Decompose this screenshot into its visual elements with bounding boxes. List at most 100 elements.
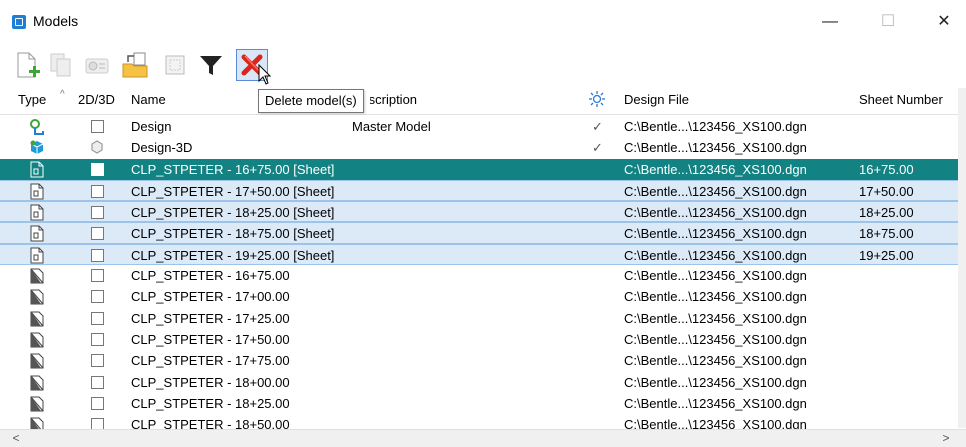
model-row[interactable]: CLP_STPETER - 16+75.00 [Sheet] C:\Bentle.… — [0, 158, 958, 180]
sheet-model-icon — [29, 247, 45, 264]
copy-model-icon[interactable] — [46, 50, 76, 80]
model-description: Master Model — [352, 119, 431, 134]
design-file: C:\Bentle...\123456_XS100.dgn — [624, 226, 807, 242]
column-sheet-number[interactable]: Sheet Number — [859, 92, 943, 107]
2d-model-checkbox — [91, 311, 104, 325]
model-row[interactable]: CLP_STPETER - 18+00.00 C:\Bentle...\12345… — [0, 372, 958, 393]
active-sun-icon[interactable] — [589, 91, 605, 110]
sheet-model-icon — [29, 204, 45, 221]
model-row[interactable]: CLP_STPETER - 16+75.00 C:\Bentle...\12345… — [0, 265, 958, 286]
model-row[interactable]: CLP_STPETER - 17+75.00 C:\Bentle...\12345… — [0, 350, 958, 371]
2d-model-checkbox — [91, 290, 104, 304]
model-name: CLP_STPETER - 18+75.00 [Sheet] — [131, 226, 335, 242]
drawing-model-icon — [29, 331, 45, 348]
horizontal-scrollbar[interactable]: < > — [0, 429, 966, 447]
title-bar: Models — ☐ ✕ — [0, 0, 966, 44]
model-name: CLP_STPETER - 18+25.00 [Sheet] — [131, 205, 335, 221]
active-check: ✓ — [592, 119, 603, 134]
window-title: Models — [33, 13, 79, 29]
model-name: CLP_STPETER - 18+25.00 — [131, 395, 290, 411]
2d-model-checkbox — [91, 332, 104, 346]
2d-model-checkbox — [91, 184, 104, 198]
update-thumbnail-icon[interactable] — [160, 50, 190, 80]
design-file: C:\Bentle...\123456_XS100.dgn — [624, 353, 807, 369]
drawing-model-icon — [29, 395, 45, 412]
sheet-model-icon — [29, 225, 45, 242]
model-name: CLP_STPETER - 17+75.00 — [131, 353, 290, 369]
model-row[interactable]: CLP_STPETER - 17+00.00 C:\Bentle...\12345… — [0, 286, 958, 307]
drawing-model-icon — [29, 288, 45, 305]
model-name: CLP_STPETER - 17+50.00 [Sheet] — [131, 183, 335, 199]
sheet-model-icon — [29, 183, 45, 200]
sort-ascending-icon: ^ — [60, 89, 65, 100]
close-button[interactable]: ✕ — [922, 8, 966, 36]
2d-model-checkbox — [91, 354, 104, 368]
models-app-icon — [12, 15, 26, 29]
design-file: C:\Bentle...\123456_XS100.dgn — [624, 310, 807, 326]
sheet-number: 17+50.00 — [859, 183, 914, 199]
model-name: CLP_STPETER - 18+00.00 — [131, 374, 290, 390]
design-file: C:\Bentle...\123456_XS100.dgn — [624, 289, 807, 305]
model-name: CLP_STPETER - 17+25.00 — [131, 310, 290, 326]
new-model-icon[interactable] — [12, 50, 42, 80]
model-name: Design-3D — [131, 140, 193, 156]
3d-model-indicator-icon — [90, 140, 106, 157]
column-name[interactable]: Name — [131, 92, 166, 107]
model-row[interactable]: Design-3D ✓ C:\Bentle...\123456_XS100.dgn — [0, 137, 958, 158]
design-model-icon — [29, 118, 45, 135]
drawing-model-icon — [29, 374, 45, 391]
2d-model-checkbox — [91, 269, 104, 283]
vertical-scrollbar[interactable] — [958, 88, 966, 428]
mouse-cursor-icon — [258, 64, 272, 85]
model-name: CLP_STPETER - 17+00.00 — [131, 289, 290, 305]
design-file: C:\Bentle...\123456_XS100.dgn — [624, 268, 807, 284]
2d-model-checkbox — [91, 120, 104, 133]
minimize-button[interactable]: — — [808, 8, 852, 36]
2d-model-checkbox — [91, 375, 104, 389]
scroll-right-icon[interactable]: > — [938, 430, 954, 447]
sheet-number: 16+75.00 — [859, 161, 914, 177]
filter-icon[interactable] — [196, 50, 226, 80]
2d-model-checkbox — [91, 206, 104, 220]
model-name: CLP_STPETER - 17+50.00 — [131, 331, 290, 347]
model-name: CLP_STPETER - 16+75.00 — [131, 268, 290, 284]
design-file: C:\Bentle...\123456_XS100.dgn — [624, 247, 807, 263]
models-list: Design Master Model ✓ C:\Bentle...\123456_X… — [0, 116, 958, 435]
toolbar — [0, 44, 966, 86]
model-name: CLP_STPETER - 16+75.00 [Sheet] — [131, 161, 335, 177]
import-model-icon[interactable] — [120, 50, 150, 80]
model-row[interactable]: CLP_STPETER - 18+25.00 [Sheet] C:\Bentle.… — [0, 201, 958, 223]
column-2d3d[interactable]: 2D/3D — [78, 92, 115, 107]
column-type[interactable]: Type — [18, 92, 46, 107]
model-properties-icon[interactable] — [82, 50, 112, 80]
design-file: C:\Bentle...\123456_XS100.dgn — [624, 183, 807, 199]
design-file: C:\Bentle...\123456_XS100.dgn — [624, 331, 807, 347]
sheet-number: 18+75.00 — [859, 226, 914, 242]
drawing-model-icon — [29, 267, 45, 284]
2d-model-checkbox — [91, 396, 104, 410]
column-header: Type ^ 2D/3D Name Description Design Fil… — [0, 88, 966, 115]
column-design-file[interactable]: Design File — [624, 92, 689, 107]
model-row[interactable]: CLP_STPETER - 17+50.00 C:\Bentle...\12345… — [0, 329, 958, 350]
model-row[interactable]: CLP_STPETER - 18+75.00 [Sheet] C:\Bentle.… — [0, 222, 958, 244]
model-row[interactable]: CLP_STPETER - 17+50.00 [Sheet] C:\Bentle.… — [0, 179, 958, 202]
model-name: Design — [131, 119, 172, 134]
drawing-model-icon — [29, 310, 45, 327]
scroll-left-icon[interactable]: < — [8, 430, 24, 447]
sheet-number: 18+25.00 — [859, 205, 914, 221]
delete-tooltip: Delete model(s) — [258, 89, 364, 113]
model-row[interactable]: CLP_STPETER - 19+25.00 [Sheet] C:\Bentle.… — [0, 243, 958, 266]
active-check: ✓ — [592, 140, 603, 156]
sheet-model-icon — [29, 161, 45, 178]
model-row[interactable]: CLP_STPETER - 17+25.00 C:\Bentle...\12345… — [0, 308, 958, 329]
2d-model-checkbox — [91, 227, 104, 241]
model-row[interactable]: Design Master Model ✓ C:\Bentle...\123456_X… — [0, 116, 958, 137]
maximize-button[interactable]: ☐ — [866, 8, 910, 36]
design3d-model-icon — [29, 139, 45, 156]
design-file: C:\Bentle...\123456_XS100.dgn — [624, 205, 807, 221]
sheet-number: 19+25.00 — [859, 247, 914, 263]
design-file: C:\Bentle...\123456_XS100.dgn — [624, 140, 807, 156]
drawing-model-icon — [29, 352, 45, 369]
model-row[interactable]: CLP_STPETER - 18+25.00 C:\Bentle...\12345… — [0, 393, 958, 414]
design-file: C:\Bentle...\123456_XS100.dgn — [624, 119, 807, 134]
